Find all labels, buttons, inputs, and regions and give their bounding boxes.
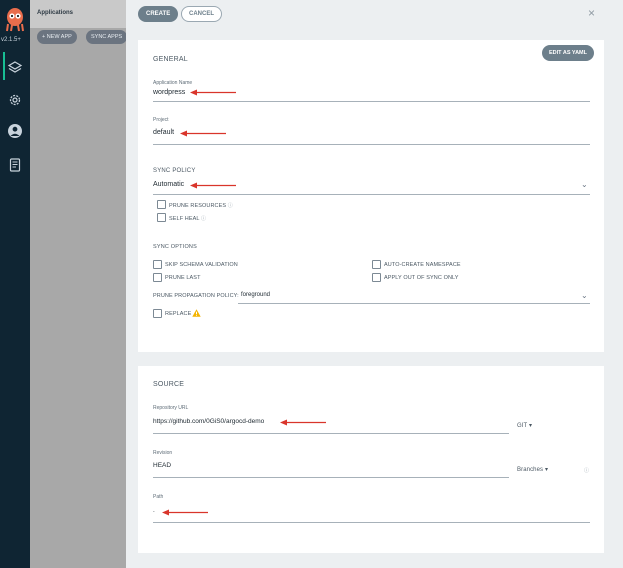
revision-type-select[interactable]: Branches ▾ — [517, 466, 548, 473]
sync-policy-select[interactable]: Automatic — [153, 181, 184, 188]
replace-label: REPLACE — [165, 311, 192, 317]
create-button[interactable]: CREATE — [138, 6, 179, 22]
prune-last-checkbox[interactable] — [153, 273, 162, 282]
prune-propagation-label: PRUNE PROPAGATION POLICY: — [153, 293, 239, 299]
gear-icon[interactable] — [7, 92, 23, 108]
repo-type-select[interactable]: GIT ▾ — [517, 422, 532, 429]
edit-as-yaml-button[interactable]: EDIT AS YAML — [542, 45, 594, 61]
annotation-arrow — [162, 509, 208, 516]
revision-label: Revision — [153, 450, 173, 456]
project-input[interactable]: default — [153, 129, 174, 136]
repository-url-label: Repository URL — [153, 405, 189, 411]
auto-create-namespace-label: AUTO-CREATE NAMESPACE — [384, 262, 461, 268]
path-input[interactable]: . — [153, 507, 155, 514]
app-name-underline — [153, 101, 590, 102]
self-heal-checkbox[interactable] — [157, 213, 166, 222]
self-heal-label: SELF HEAL ⓘ — [169, 216, 207, 222]
path-label: Path — [153, 494, 164, 500]
sync-options-title: SYNC OPTIONS — [153, 244, 197, 250]
user-icon[interactable] — [7, 123, 23, 139]
prune-propagation-underline — [238, 303, 590, 304]
sync-apps-button[interactable]: SYNC APPS — [86, 30, 128, 44]
prune-propagation-select[interactable]: foreground — [241, 292, 270, 298]
prune-resources-checkbox[interactable] — [157, 200, 166, 209]
replace-checkbox[interactable] — [153, 309, 162, 318]
chevron-down-icon[interactable]: ⌄ — [581, 291, 588, 300]
left-nav: v2.1.5+ — [0, 0, 30, 568]
applications-header: Applications — [30, 0, 126, 28]
annotation-arrow — [280, 419, 326, 426]
app-name-label: Application Name — [153, 80, 193, 86]
prune-last-label: PRUNE LAST — [165, 275, 201, 281]
info-icon: ⓘ — [201, 216, 207, 222]
project-underline — [153, 144, 590, 145]
create-app-panel: CREATE CANCEL × EDIT AS YAML GENERAL App… — [126, 0, 623, 568]
source-title: SOURCE — [153, 381, 185, 388]
general-title: GENERAL — [153, 56, 188, 63]
caret-down-icon: ▾ — [544, 467, 549, 473]
layers-icon[interactable] — [7, 60, 23, 76]
general-section: EDIT AS YAML GENERAL Application Name wo… — [138, 40, 604, 352]
chevron-down-icon[interactable]: ⌄ — [581, 180, 588, 189]
sync-policy-title: SYNC POLICY — [153, 168, 196, 174]
prune-resources-label: PRUNE RESOURCES ⓘ — [169, 203, 233, 209]
nav-active-indicator — [3, 52, 5, 80]
caret-down-icon: ▾ — [528, 423, 533, 429]
repository-url-input[interactable]: https://github.com/0GiS0/argocd-demo — [153, 418, 264, 425]
argo-logo-icon[interactable] — [3, 6, 27, 32]
new-app-button[interactable]: + NEW APP — [37, 30, 77, 44]
repository-url-underline — [153, 433, 509, 434]
project-label: Project — [153, 117, 169, 123]
annotation-arrow — [190, 182, 236, 189]
app-name-input[interactable]: wordpress — [153, 89, 185, 96]
info-icon: ⓘ — [584, 468, 590, 474]
warning-icon — [192, 309, 201, 317]
info-icon: ⓘ — [227, 203, 233, 209]
close-icon[interactable]: × — [588, 6, 595, 20]
skip-schema-validation-checkbox[interactable] — [153, 260, 162, 269]
annotation-arrow — [180, 130, 226, 137]
revision-input[interactable]: HEAD — [153, 462, 171, 469]
revision-underline — [153, 477, 509, 478]
cancel-button[interactable]: CANCEL — [181, 6, 222, 22]
applications-page: Applications + NEW APP SYNC APPS — [30, 0, 128, 568]
sync-policy-underline — [153, 194, 590, 195]
page-title: Applications — [37, 10, 74, 16]
skip-schema-validation-label: SKIP SCHEMA VALIDATION — [165, 262, 238, 268]
auto-create-namespace-checkbox[interactable] — [372, 260, 381, 269]
path-underline — [153, 522, 590, 523]
version-label: v2.1.5+ — [1, 37, 21, 43]
apply-out-of-sync-label: APPLY OUT OF SYNC ONLY — [384, 275, 459, 281]
source-section: SOURCE Repository URL https://github.com… — [138, 366, 604, 553]
apply-out-of-sync-checkbox[interactable] — [372, 273, 381, 282]
annotation-arrow — [190, 89, 236, 96]
docs-icon[interactable] — [7, 157, 23, 173]
